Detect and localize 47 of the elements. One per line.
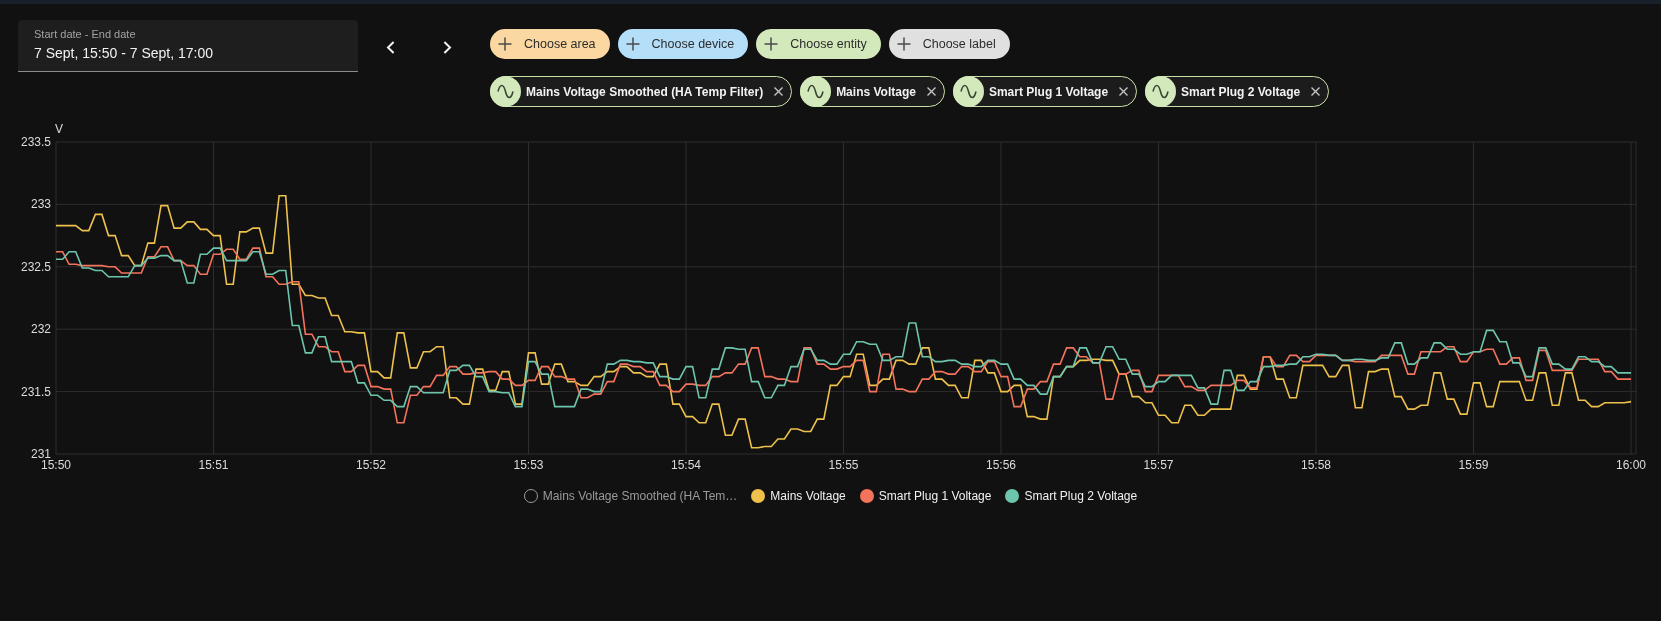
x-axis-label: 15:50 <box>41 458 71 472</box>
entity-chip[interactable]: Smart Plug 1 Voltage <box>952 76 1138 107</box>
x-axis-label: 15:59 <box>1458 458 1489 472</box>
entity-chip[interactable]: Mains Voltage Smoothed (HA Temp Filter) <box>490 76 793 107</box>
y-axis-label: 231.5 <box>20 384 51 399</box>
unit-label: V <box>55 122 63 136</box>
plus-icon <box>764 37 779 51</box>
plus-icon <box>625 37 640 51</box>
close-icon[interactable] <box>1119 87 1129 96</box>
x-axis-label: 15:58 <box>1301 458 1331 472</box>
x-axis-label: 15:52 <box>356 458 386 472</box>
sine-wave-icon <box>952 76 984 107</box>
sine-wave-icon <box>800 76 832 107</box>
plus-icon <box>896 37 911 51</box>
x-axis-label: 15:53 <box>513 458 544 472</box>
x-axis-label: 15:55 <box>828 458 859 472</box>
y-axis-label: 231 <box>30 447 51 461</box>
date-range-field[interactable]: Start date - End date 7 Sept, 15:50 - 7 Sept, 17:00 <box>18 20 358 72</box>
plus-icon <box>498 37 512 51</box>
y-axis-label: 233 <box>30 197 51 212</box>
add-filter-button[interactable]: Choose entity <box>756 29 881 59</box>
x-axis-label: 16:00 <box>1616 458 1646 472</box>
close-icon[interactable] <box>1311 87 1321 96</box>
y-axis-label: 233.5 <box>20 135 51 149</box>
add-filter-button[interactable]: Choose label <box>888 29 1010 59</box>
chevron-right-icon[interactable] <box>443 41 452 54</box>
date-range-value: 7 Sept, 15:50 - 7 Sept, 17:00 <box>34 44 214 62</box>
sine-wave-icon <box>490 76 521 107</box>
legend-item[interactable]: Smart Plug 1 Voltage <box>859 486 992 506</box>
x-axis-label: 15:57 <box>1143 458 1174 472</box>
x-axis-label: 15:56 <box>986 458 1016 472</box>
entity-chip[interactable]: Mains Voltage <box>800 76 945 107</box>
x-axis-label: 15:51 <box>198 458 229 472</box>
sine-wave-icon <box>1145 76 1177 107</box>
y-axis-label: 232.5 <box>20 259 51 274</box>
field-label: Start date - End date <box>34 28 136 41</box>
close-icon[interactable] <box>926 87 936 96</box>
x-axis-label: 15:54 <box>671 458 701 472</box>
legend-item[interactable]: Smart Plug 2 Voltage <box>1005 486 1138 506</box>
entity-chip[interactable]: Smart Plug 2 Voltage <box>1145 76 1330 107</box>
add-filter-button[interactable]: Choose device <box>617 29 749 59</box>
legend-item[interactable]: Mains Voltage Smoothed (HA Tem… <box>523 486 738 506</box>
add-filter-button[interactable]: Choose area <box>490 29 610 59</box>
y-axis-label: 232 <box>30 322 51 337</box>
chevron-left-icon[interactable] <box>386 41 395 54</box>
close-icon[interactable] <box>774 87 784 96</box>
legend-item[interactable]: Mains Voltage <box>751 486 846 506</box>
